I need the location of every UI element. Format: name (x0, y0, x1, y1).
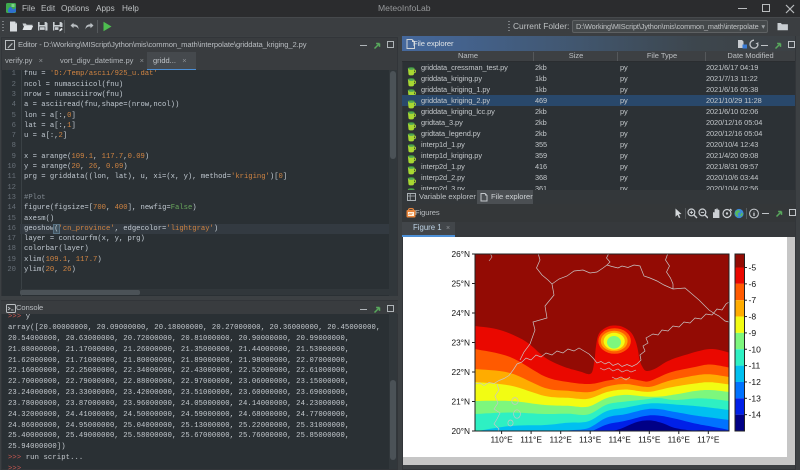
svg-text:117°E: 117°E (697, 435, 720, 445)
svg-text:-9: -9 (749, 328, 757, 338)
svg-text:25°N: 25°N (451, 279, 470, 289)
svg-text:114°E: 114°E (609, 435, 632, 445)
svg-text:-10: -10 (749, 344, 762, 354)
svg-text:-8: -8 (749, 312, 757, 322)
svg-text:21°N: 21°N (451, 397, 470, 407)
svg-text:-11: -11 (749, 361, 761, 371)
svg-text:111°E: 111°E (520, 435, 542, 445)
svg-text:113°E: 113°E (579, 435, 602, 445)
svg-text:26°N: 26°N (451, 249, 470, 259)
svg-text:22°N: 22°N (451, 367, 470, 377)
svg-text:-12: -12 (749, 377, 762, 387)
svg-text:-5: -5 (749, 263, 757, 273)
svg-text:110°E: 110°E (490, 435, 513, 445)
svg-text:-13: -13 (749, 393, 762, 403)
svg-text:23°N: 23°N (451, 338, 470, 348)
svg-text:-6: -6 (749, 279, 757, 289)
svg-text:20°N: 20°N (451, 426, 470, 436)
svg-text:112°E: 112°E (550, 435, 573, 445)
svg-text:24°N: 24°N (451, 308, 470, 318)
svg-text:-7: -7 (749, 295, 757, 305)
svg-text:116°E: 116°E (668, 435, 691, 445)
svg-text:-14: -14 (749, 410, 762, 420)
svg-text:115°E: 115°E (638, 435, 661, 445)
